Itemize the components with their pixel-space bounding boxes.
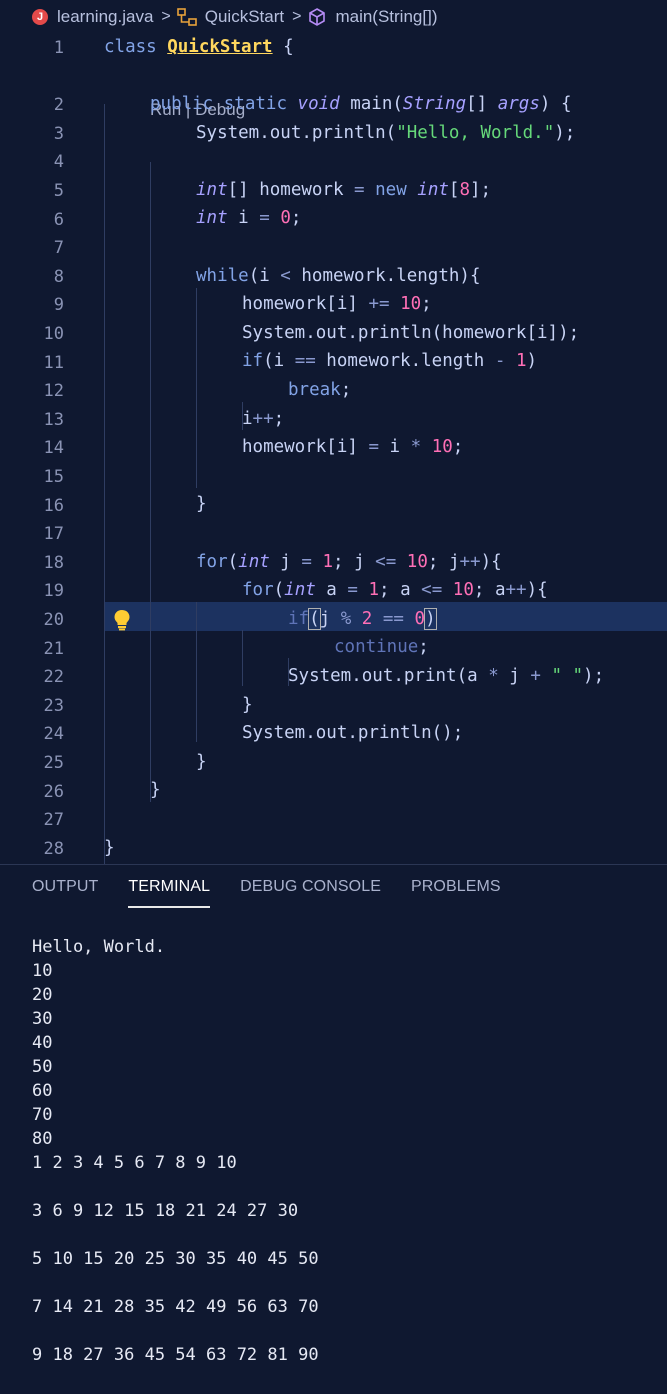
panel-tabs: OUTPUT TERMINAL DEBUG CONSOLE PROBLEMS [32,878,501,908]
code-editor[interactable]: 1 2 3 4 5 6 7 8 9 10 11 12 13 14 15 16 1… [0,34,667,864]
code-line: public static void main(String[] args) { [150,94,572,114]
terminal-line: 3 6 9 12 15 18 21 24 27 30 [32,1201,299,1221]
lightbulb-icon[interactable] [112,609,132,636]
breadcrumb-method-label: main(String[]) [335,7,438,26]
line-number: 9 [53,295,64,316]
line-number: 1 [53,38,64,59]
code-line: homework[i] = i * 10; [242,437,464,458]
line-number: 12 [43,381,64,402]
line-number: 10 [43,324,64,345]
line-number: 14 [43,438,64,459]
code-line: } [196,751,207,772]
breadcrumb: J learning.java > QuickStart > main(Stri… [0,0,667,34]
breadcrumb-file-label: learning.java [57,7,154,26]
code-line: break; [288,380,352,400]
code-line: class QuickStart { [104,37,294,57]
class-symbol-icon [176,8,197,26]
line-number: 11 [43,352,64,373]
code-line: int[] homework = new int[8]; [196,179,492,200]
terminal-line: 20 [32,985,53,1005]
code-line: System.out.println("Hello, World."); [196,122,576,143]
code-line: } [104,837,115,858]
terminal-line: 80 [32,1129,53,1149]
line-number: 8 [53,266,64,287]
code-line: continue; [334,637,429,658]
chevron-right-icon: > [292,8,302,25]
line-number: 23 [43,695,64,716]
method-cube-icon [307,7,327,27]
code-line: int i = 0; [196,208,302,229]
line-number: 20 [43,610,64,631]
line-number: 6 [53,209,64,230]
line-number: 7 [53,238,64,259]
tab-output[interactable]: OUTPUT [32,878,98,908]
line-number: 24 [43,724,64,745]
line-number: 16 [43,495,64,516]
code-line: } [242,694,253,715]
line-number: 28 [43,838,64,859]
line-number: 13 [43,409,64,430]
tab-debug-console[interactable]: DEBUG CONSOLE [240,878,381,908]
terminal-line: 1 2 3 4 5 6 7 8 9 10 [32,1153,237,1173]
line-number: 25 [43,753,64,774]
code-line: if(i == homework.length - 1) [242,351,538,372]
code-line: if(j % 2 == 0) [288,607,437,630]
line-number: 19 [43,581,64,602]
code-line: } [196,494,207,515]
terminal-line: 50 [32,1057,53,1077]
code-line: } [150,780,161,801]
java-file-icon: J [32,9,48,25]
terminal-line: 9 18 27 36 45 54 63 72 81 90 [32,1345,319,1365]
code-line: System.out.println(homework[i]); [242,322,580,343]
code-line: for(int a = 1; a <= 10; a++){ [242,580,548,601]
code-line: System.out.println(); [242,723,464,744]
terminal-line: 60 [32,1081,53,1101]
line-number: 17 [43,524,64,545]
terminal-line: Hello, World. [32,937,166,957]
line-number: 27 [43,810,64,831]
code-line: i++; [242,408,285,429]
code-line: System.out.print(a * j + " "); [288,666,605,686]
tab-problems[interactable]: PROBLEMS [411,878,501,908]
line-number: 5 [53,181,64,202]
terminal-line: 7 14 21 28 35 42 49 56 63 70 [32,1297,319,1317]
line-number: 4 [53,152,64,173]
line-number: 26 [43,781,64,802]
terminal-line: 30 [32,1009,53,1029]
tab-terminal[interactable]: TERMINAL [128,878,211,908]
breadcrumb-class[interactable]: QuickStart [176,7,285,27]
breadcrumb-method[interactable]: main(String[]) [307,7,437,27]
line-number: 21 [43,638,64,659]
panel-divider[interactable] [0,864,667,865]
code-line: while(i < homework.length){ [196,265,481,286]
breadcrumb-file[interactable]: J learning.java [32,7,153,27]
terminal-line: 40 [32,1033,53,1053]
terminal-line: 70 [32,1105,53,1125]
terminal-line: 10 [32,961,53,981]
terminal-line: 5 10 15 20 25 30 35 40 45 50 [32,1249,319,1269]
code-line: for(int j = 1; j <= 10; j++){ [196,551,502,572]
line-number: 22 [43,667,64,688]
chevron-right-icon: > [161,8,171,25]
terminal-output[interactable]: Hello, World. 10 20 30 40 50 60 70 80 1 … [32,935,319,1367]
line-number: 2 [53,95,64,116]
line-number: 15 [43,467,64,488]
line-number: 18 [43,552,64,573]
code-line: homework[i] += 10; [242,294,432,315]
line-number: 3 [53,123,64,144]
breadcrumb-class-label: QuickStart [204,7,285,26]
